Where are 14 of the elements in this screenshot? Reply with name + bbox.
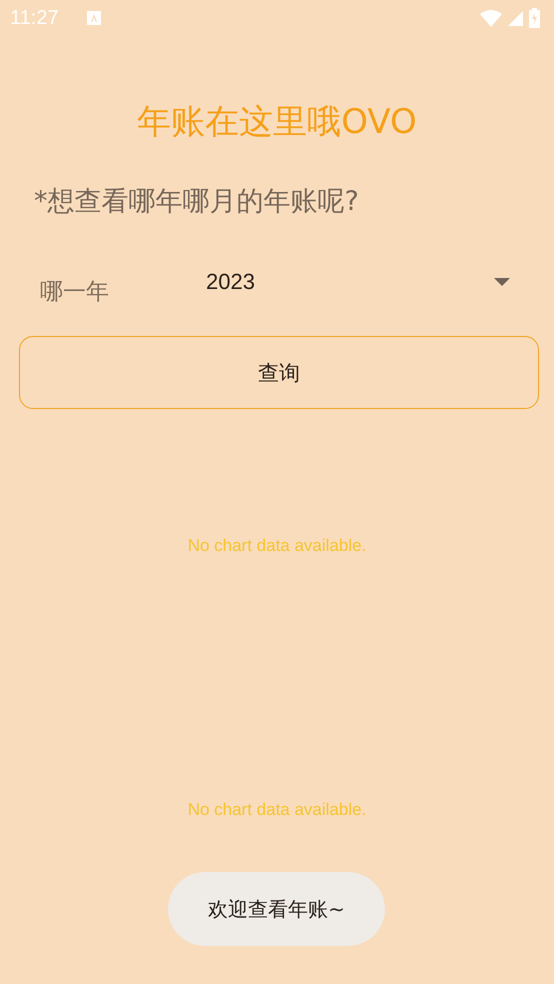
- year-dropdown[interactable]: 2023: [206, 262, 554, 302]
- dropdown-arrow-icon: [494, 278, 510, 286]
- question-text: *想查看哪年哪月的年账呢?: [34, 185, 360, 219]
- wifi-icon: [480, 10, 502, 26]
- status-time: 11:27: [10, 6, 59, 30]
- page-title: 年账在这里哦OVO: [136, 101, 418, 144]
- battery-icon: [529, 8, 540, 28]
- notification-icon: [86, 11, 101, 25]
- empty-chart-message: No chart data available.: [188, 536, 366, 556]
- query-button[interactable]: 查询: [19, 336, 539, 409]
- year-label: 哪一年: [40, 278, 110, 307]
- empty-chart-message: No chart data available.: [188, 800, 366, 820]
- signal-icon: [508, 10, 523, 26]
- toast-message: 欢迎查看年账~: [168, 872, 385, 946]
